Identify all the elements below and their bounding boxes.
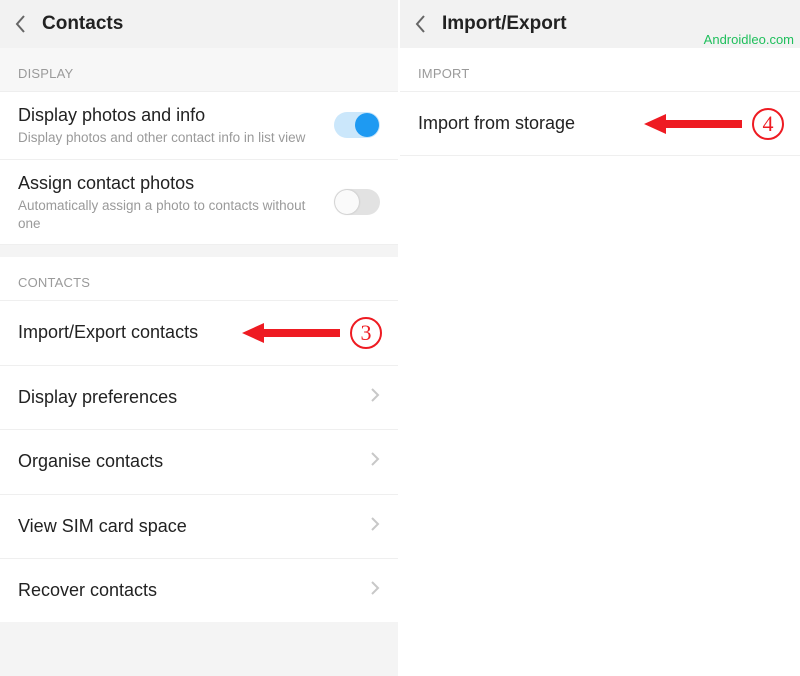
display-photos-title: Display photos and info	[18, 104, 324, 127]
import-export-panel: Import/Export Androidleo.com IMPORT Impo…	[400, 0, 800, 676]
toggle-assign-photos[interactable]	[334, 189, 380, 215]
toggle-display-photos[interactable]	[334, 112, 380, 138]
row-recover-contacts[interactable]: Recover contacts	[0, 559, 398, 622]
back-icon[interactable]	[410, 13, 432, 35]
chevron-right-icon	[370, 580, 380, 601]
import-from-storage-label: Import from storage	[418, 112, 782, 135]
section-contacts-label: CONTACTS	[0, 257, 398, 301]
back-icon[interactable]	[10, 13, 32, 35]
recover-contacts-label: Recover contacts	[18, 579, 360, 602]
section-gap	[0, 245, 398, 257]
watermark: Androidleo.com	[704, 32, 794, 47]
section-import-label: IMPORT	[400, 48, 800, 92]
bottom-gap-right	[400, 156, 800, 676]
chevron-right-icon	[370, 387, 380, 408]
display-preferences-label: Display preferences	[18, 386, 360, 409]
view-sim-label: View SIM card space	[18, 515, 360, 538]
import-export-label: Import/Export contacts	[18, 321, 360, 344]
bottom-gap-left	[0, 622, 398, 676]
assign-photos-title: Assign contact photos	[18, 172, 324, 195]
row-display-photos[interactable]: Display photos and info Display photos a…	[0, 92, 398, 160]
chevron-right-icon	[370, 516, 380, 537]
chevron-right-icon	[370, 323, 380, 344]
contacts-settings-panel: Contacts DISPLAY Display photos and info…	[0, 0, 400, 676]
chevron-right-icon	[370, 451, 380, 472]
section-display-label: DISPLAY	[0, 48, 398, 92]
row-view-sim[interactable]: View SIM card space	[0, 495, 398, 559]
row-organise-contacts[interactable]: Organise contacts	[0, 430, 398, 494]
row-import-export[interactable]: Import/Export contacts 3	[0, 301, 398, 365]
header-right: Import/Export Androidleo.com	[400, 0, 800, 48]
row-import-from-storage[interactable]: Import from storage 4	[400, 92, 800, 156]
display-photos-sub: Display photos and other contact info in…	[18, 129, 324, 147]
assign-photos-sub: Automatically assign a photo to contacts…	[18, 197, 324, 232]
header-left: Contacts	[0, 0, 398, 48]
page-title-right: Import/Export	[442, 13, 567, 35]
row-display-preferences[interactable]: Display preferences	[0, 366, 398, 430]
page-title-left: Contacts	[42, 13, 123, 35]
organise-contacts-label: Organise contacts	[18, 450, 360, 473]
row-assign-photos[interactable]: Assign contact photos Automatically assi…	[0, 160, 398, 245]
